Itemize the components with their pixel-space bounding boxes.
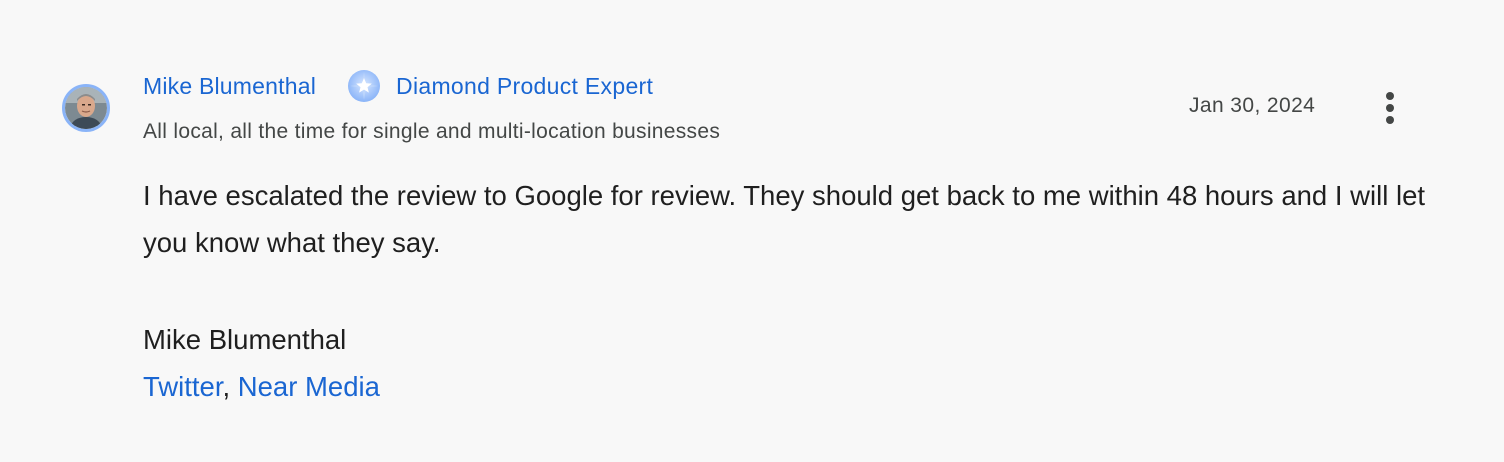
diamond-star-badge-icon [348,70,381,102]
author-bio: All local, all the time for single and m… [143,120,721,143]
signature-links: Twitter, Near Media [143,363,380,410]
post-body-text: I have escalated the review to Google fo… [143,180,1425,258]
link-separator: , [222,371,238,402]
more-vert-icon [1386,92,1394,100]
expert-badge-label: Diamond Product Expert [396,72,654,99]
near-media-link[interactable]: Near Media [238,371,380,402]
more-vert-icon-dot [1386,104,1394,112]
avatar-photo-icon [65,87,107,129]
expert-badge[interactable]: Diamond Product Expert [347,69,653,103]
author-line: Mike Blumenthal Diamond Product Expert [143,70,653,102]
forum-reply-card: Mike Blumenthal Diamond Product Expert A… [0,0,1504,462]
author-avatar[interactable] [62,84,110,132]
more-options-button[interactable] [1370,88,1410,128]
author-name-link[interactable]: Mike Blumenthal [143,73,316,100]
signature: Mike Blumenthal Twitter, Near Media [143,316,380,410]
signature-name: Mike Blumenthal [143,324,347,355]
more-vert-icon-dot [1386,116,1394,124]
post-body: I have escalated the review to Google fo… [143,172,1433,266]
post-date: Jan 30, 2024 [1189,94,1316,117]
twitter-link[interactable]: Twitter [143,371,222,402]
